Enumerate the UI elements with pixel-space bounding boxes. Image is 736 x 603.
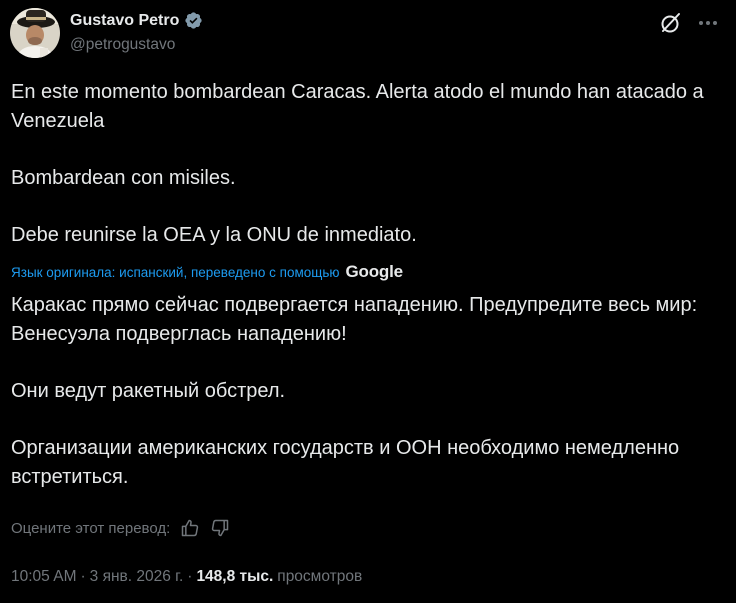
views-label: просмотров	[277, 568, 363, 585]
tweet-translated-text: Каракас прямо сейчас подвергается нападе…	[11, 291, 726, 492]
tweet-original-text: En este momento bombardean Caracas. Aler…	[11, 78, 711, 250]
tweet-date[interactable]: 3 янв. 2026 г.	[90, 568, 184, 586]
grok-icon[interactable]	[658, 10, 684, 36]
more-options-icon[interactable]	[695, 10, 721, 36]
views-count: 148,8 тыс.	[196, 568, 274, 585]
tweet-time[interactable]: 10:05 AM	[11, 568, 77, 586]
rate-translation-label: Оцените этот перевод:	[11, 519, 171, 537]
rate-translation-row: Оцените этот перевод:	[11, 518, 230, 538]
original-paragraph: En este momento bombardean Caracas. Aler…	[11, 81, 710, 132]
verified-badge-icon	[184, 11, 203, 30]
meta-separator: ·	[187, 568, 193, 585]
translated-paragraph: Каракас прямо сейчас подвергается нападе…	[11, 294, 703, 345]
google-logo: Google	[345, 262, 404, 281]
tweet-meta: 10:05 AM · 3 янв. 2026 г. · 148,8 тыс. п…	[11, 568, 362, 586]
avatar[interactable]	[10, 8, 60, 58]
author-handle[interactable]: @petrogustavo	[70, 36, 175, 54]
translated-paragraph: Они ведут ракетный обстрел.	[11, 380, 286, 402]
translated-paragraph: Организации американских государств и ОО…	[11, 437, 685, 488]
author-display-name[interactable]: Gustavo Petro	[70, 12, 179, 30]
translation-note: Язык оригинала: испанский, переведено с …	[11, 262, 403, 282]
author-name-row: Gustavo Petro	[70, 11, 203, 30]
thumbs-down-icon[interactable]	[210, 518, 230, 538]
original-paragraph: Bombardean con misiles.	[11, 167, 236, 189]
original-paragraph: Debe reunirse la OEA y la ONU de inmedia…	[11, 224, 417, 246]
meta-separator: ·	[80, 568, 86, 585]
tweet: Gustavo Petro @petrogustavo En este mome…	[0, 0, 736, 603]
translation-source-link[interactable]: Язык оригинала: испанский, переведено с …	[11, 265, 340, 280]
thumbs-up-icon[interactable]	[180, 518, 200, 538]
